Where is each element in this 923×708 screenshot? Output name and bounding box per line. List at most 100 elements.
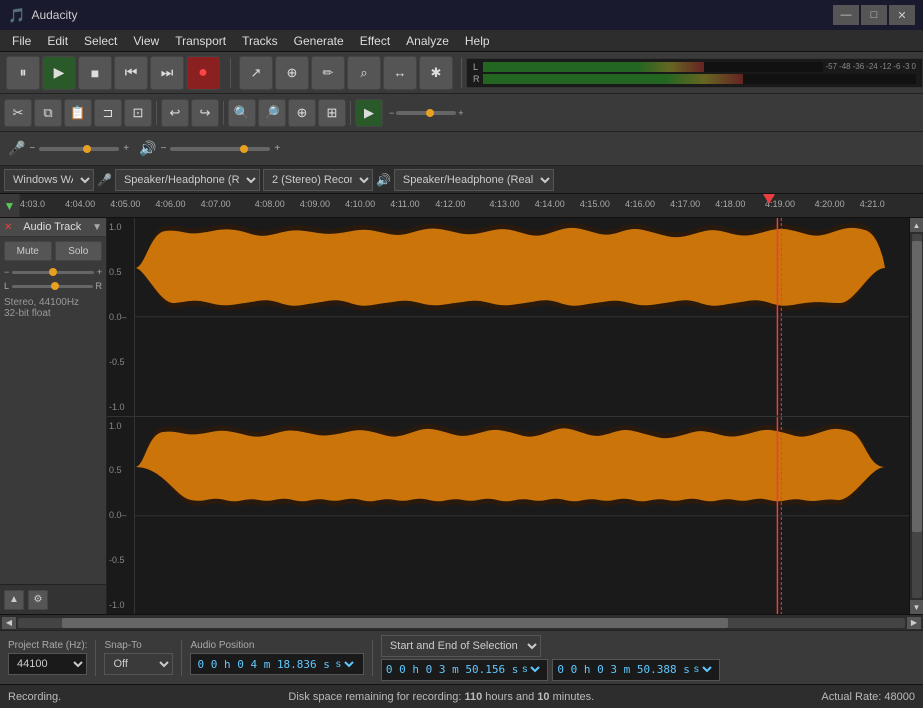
gain-slider[interactable] <box>12 271 93 274</box>
menu-select[interactable]: Select <box>76 32 125 50</box>
menu-transport[interactable]: Transport <box>167 32 234 50</box>
audio-position-value[interactable]: 0 0 h 0 4 m 18.836 s s <box>190 653 363 675</box>
hscroll-thumb[interactable] <box>62 618 727 628</box>
zoom-in-button[interactable]: 🔍 <box>228 99 256 127</box>
skip-fwd-button[interactable]: ⏭ <box>150 56 184 90</box>
hscroll-right-btn[interactable]: ▶ <box>907 617 921 629</box>
selection-group: Start and End of Selection Start and Len… <box>381 635 720 681</box>
menu-help[interactable]: Help <box>457 32 498 50</box>
close-button[interactable]: ✕ <box>889 5 915 25</box>
paste-button[interactable]: 📋 <box>64 99 92 127</box>
menu-generate[interactable]: Generate <box>286 32 352 50</box>
sel-start-unit[interactable]: s <box>518 663 543 676</box>
ch1-label-05: 0.5 <box>109 267 132 277</box>
playback-speed-play[interactable]: ▶ <box>355 99 383 127</box>
tick-12: 4:15.00 <box>580 199 610 209</box>
vu-db-scale-top: -57-48-36-24-12-6-30 <box>825 62 916 71</box>
selection-start-box[interactable]: 0 0 h 0 3 m 50.156 s s <box>381 659 548 681</box>
vu-left-label: L <box>473 62 481 72</box>
track-close-btn[interactable]: ✕ <box>4 222 12 233</box>
track-panel: ✕ Audio Track ▼ Mute Solo − + L <box>0 218 107 614</box>
maximize-button[interactable]: □ <box>861 5 887 25</box>
copy-button[interactable]: ⧉ <box>34 99 62 127</box>
snap-to-select[interactable]: Off Nearest <box>104 653 173 675</box>
hscroll-left-btn[interactable]: ◀ <box>2 617 16 629</box>
input-device-select[interactable]: Speaker/Headphone (Realt... <box>115 169 260 191</box>
pan-thumb[interactable] <box>51 282 59 290</box>
status-right: Actual Rate: 48000 <box>821 691 915 703</box>
ch2-label-n05: -0.5 <box>109 555 132 565</box>
pause-button[interactable]: ⏸ <box>6 56 40 90</box>
menu-tracks[interactable]: Tracks <box>234 32 286 50</box>
vu-right-label: R <box>473 74 481 84</box>
timeshift-tool[interactable]: ↔ <box>383 56 417 90</box>
pan-R: R <box>96 281 103 291</box>
stop-button[interactable]: ■ <box>78 56 112 90</box>
silence-button[interactable]: ⊡ <box>124 99 152 127</box>
channels-select[interactable]: 2 (Stereo) Recor... <box>263 169 373 191</box>
trim-button[interactable]: ⊐ <box>94 99 122 127</box>
output-device-select[interactable]: Speaker/Headphone (Realte... <box>394 169 554 191</box>
mute-button[interactable]: Mute <box>4 241 52 261</box>
mute-solo-row: Mute Solo <box>0 237 106 265</box>
draw-tool[interactable]: ✏ <box>311 56 345 90</box>
channel2-svg <box>135 417 909 615</box>
play-button[interactable]: ▶ <box>42 56 76 90</box>
tick-17: 4:20.00 <box>815 199 845 209</box>
mic-icon: 🎤 <box>8 140 25 157</box>
select-tool[interactable]: ↗ <box>239 56 273 90</box>
zoom-out-button[interactable]: 🔎 <box>258 99 286 127</box>
host-select[interactable]: Windows WASI... <box>4 169 94 191</box>
vscroll-thumb[interactable] <box>912 241 922 532</box>
zoom-fit-button[interactable]: ⊞ <box>318 99 346 127</box>
speed-thumb[interactable] <box>426 109 434 117</box>
track-settings-btn[interactable]: ⚙ <box>28 590 48 610</box>
tick-10: 4:13.00 <box>490 199 520 209</box>
tick-8: 4:11.00 <box>390 199 419 209</box>
project-rate-select[interactable]: 44100 48000 <box>8 653 87 675</box>
mic-minus: − <box>29 143 35 154</box>
selection-label-row: Start and End of Selection Start and Len… <box>381 635 720 657</box>
vu-right-bar <box>483 74 916 84</box>
gain-thumb[interactable] <box>49 268 57 276</box>
envelope-tool[interactable]: ⊕ <box>275 56 309 90</box>
spkr-slider[interactable] <box>170 147 270 151</box>
selection-end-box[interactable]: 0 0 h 0 3 m 50.388 s s <box>552 659 719 681</box>
minimize-button[interactable]: — <box>833 5 859 25</box>
vscroll-down-btn[interactable]: ▼ <box>910 600 923 614</box>
skip-back-button[interactable]: ⏮ <box>114 56 148 90</box>
solo-button[interactable]: Solo <box>55 241 103 261</box>
selection-mode-select[interactable]: Start and End of Selection Start and Len… <box>381 635 541 657</box>
pan-L: L <box>4 281 9 291</box>
cut-button[interactable]: ✂ <box>4 99 32 127</box>
audio-pos-unit-select[interactable]: s <box>332 658 357 671</box>
spkr-thumb[interactable] <box>240 145 248 153</box>
undo-button[interactable]: ↩ <box>161 99 189 127</box>
track-dropdown-btn[interactable]: ▼ <box>92 222 102 233</box>
track-info: Stereo, 44100Hz 32-bit float <box>0 293 106 323</box>
zoom-sel-button[interactable]: ⊕ <box>288 99 316 127</box>
sel-end-unit[interactable]: s <box>690 663 715 676</box>
speaker-device-icon: 🔊 <box>376 173 391 187</box>
zoom-tool[interactable]: ⌕ <box>347 56 381 90</box>
redo-button[interactable]: ↪ <box>191 99 219 127</box>
track-collapse-btn[interactable]: ▲ <box>4 590 24 610</box>
selection-end-text: 0 0 h 0 3 m 50.388 s <box>557 663 689 676</box>
mic-thumb[interactable] <box>83 145 91 153</box>
vscroll-up-btn[interactable]: ▲ <box>910 218 923 232</box>
multi-tool[interactable]: ✱ <box>419 56 453 90</box>
pan-slider[interactable] <box>12 285 92 288</box>
menu-analyze[interactable]: Analyze <box>398 32 457 50</box>
menu-view[interactable]: View <box>125 32 167 50</box>
speed-track[interactable] <box>396 111 456 115</box>
track-header: ✕ Audio Track ▼ <box>0 218 106 237</box>
menu-effect[interactable]: Effect <box>352 32 398 50</box>
mic-slider[interactable] <box>39 147 119 151</box>
tick-9: 4:12.00 <box>435 199 465 209</box>
record-button[interactable]: ● <box>186 56 220 90</box>
selection-start-text: 0 0 h 0 3 m 50.156 s <box>386 663 518 676</box>
menu-file[interactable]: File <box>4 32 39 50</box>
menu-edit[interactable]: Edit <box>39 32 76 50</box>
sep-ctrl-2 <box>181 640 182 676</box>
ruler-triangle: ▼ <box>4 199 16 213</box>
